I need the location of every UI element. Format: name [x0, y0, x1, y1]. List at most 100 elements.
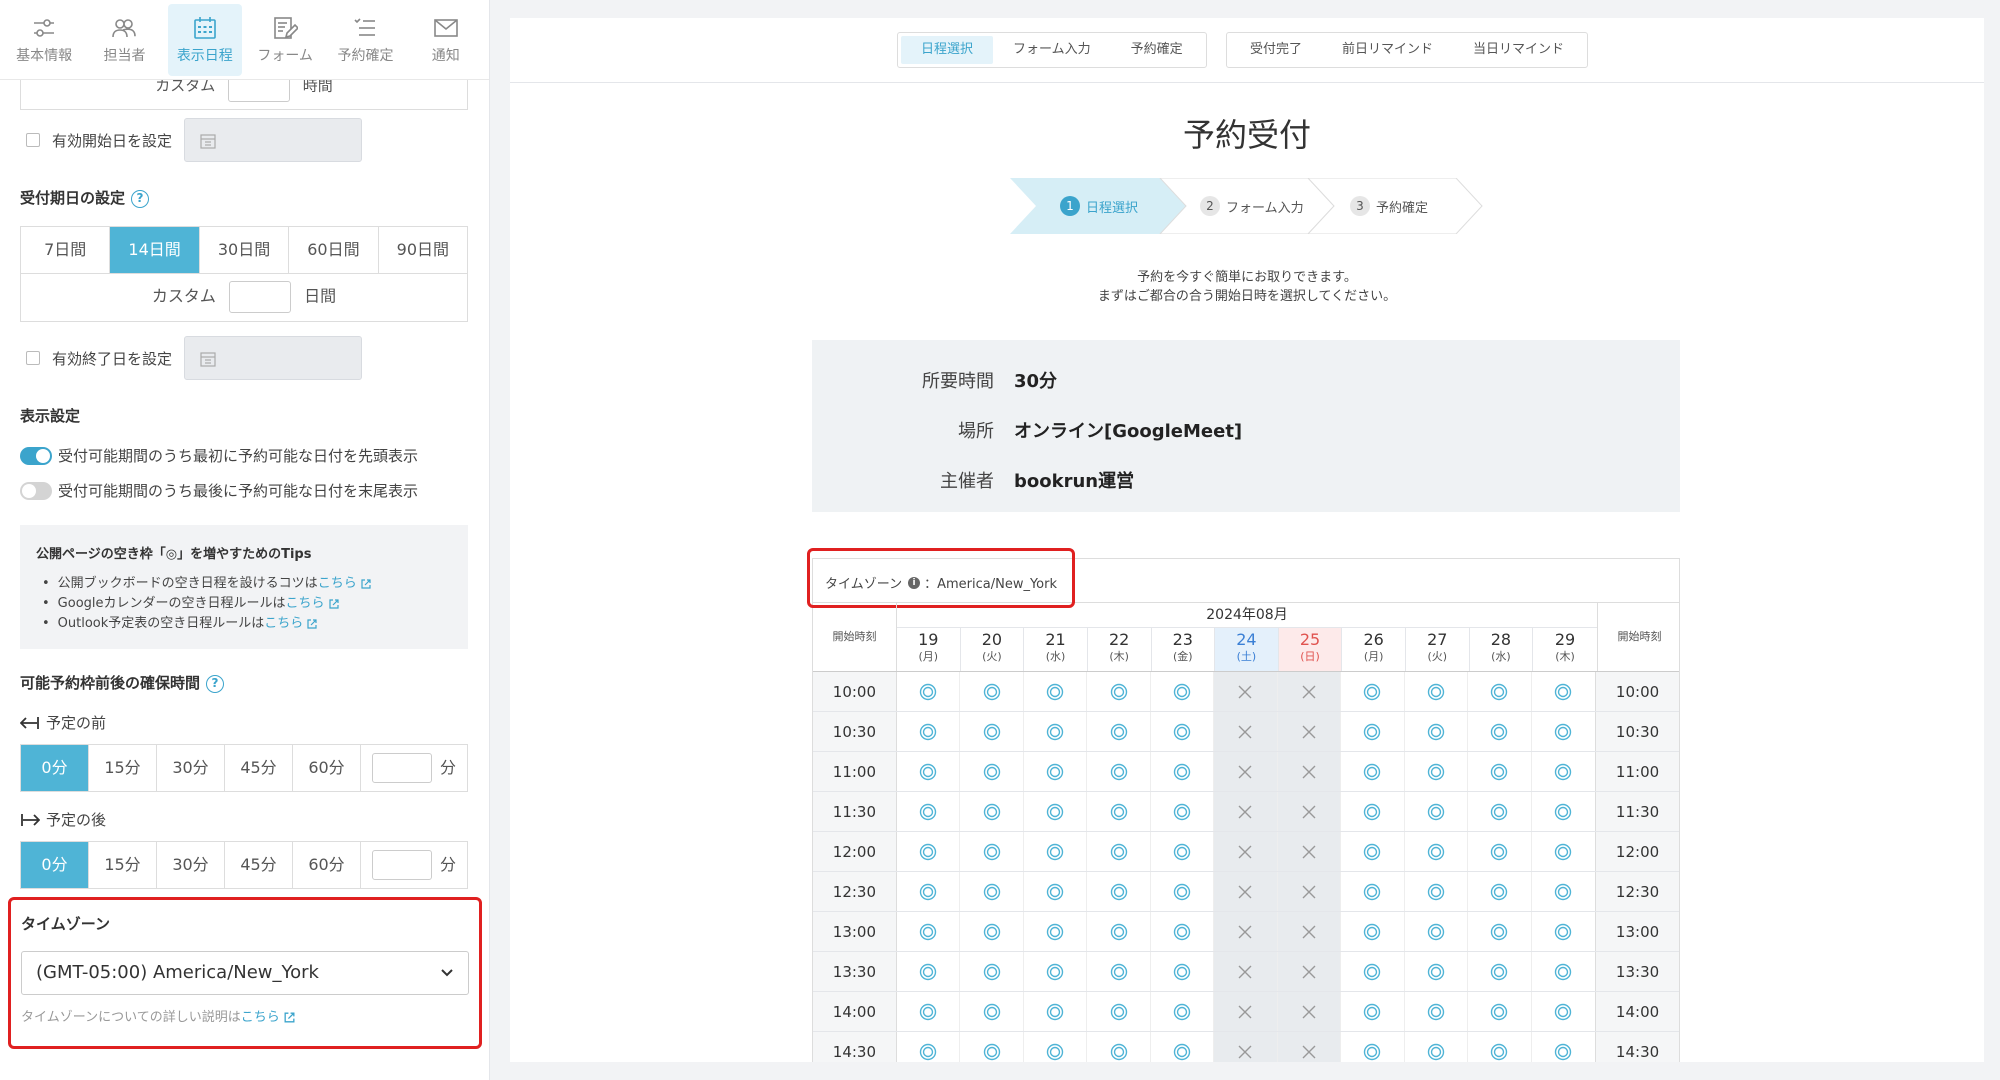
slot-available[interactable] — [1087, 832, 1151, 871]
slot-available[interactable] — [897, 792, 961, 831]
period-option[interactable]: 60日間 — [289, 227, 379, 273]
slot-available[interactable] — [897, 832, 961, 871]
slot-available[interactable] — [1151, 752, 1215, 791]
toggle-first-date[interactable] — [20, 446, 52, 465]
slot-available[interactable] — [1087, 1032, 1151, 1062]
slot-available[interactable] — [960, 952, 1024, 991]
buffer-option[interactable]: 45分 — [225, 745, 293, 791]
buffer-option[interactable]: 30分 — [157, 842, 225, 888]
slot-available[interactable] — [1532, 832, 1595, 871]
slot-available[interactable] — [1468, 872, 1532, 911]
slot-available[interactable] — [1405, 872, 1469, 911]
tab-schedule[interactable]: 表示日程 — [167, 4, 242, 76]
slot-available[interactable] — [1151, 912, 1215, 951]
slot-available[interactable] — [1532, 992, 1595, 1031]
slot-available[interactable] — [1405, 992, 1469, 1031]
slot-available[interactable] — [1532, 672, 1595, 711]
slot-available[interactable] — [897, 1032, 961, 1062]
buffer-before-input[interactable] — [371, 753, 432, 783]
slot-available[interactable] — [1087, 672, 1151, 711]
slot-available[interactable] — [1532, 872, 1595, 911]
slot-available[interactable] — [897, 672, 961, 711]
slot-available[interactable] — [1151, 952, 1215, 991]
slot-available[interactable] — [1341, 672, 1405, 711]
start-date-picker[interactable] — [184, 118, 363, 162]
slot-available[interactable] — [897, 752, 961, 791]
period-option-selected[interactable]: 14日間 — [110, 227, 200, 273]
slot-available[interactable] — [1341, 872, 1405, 911]
buffer-option[interactable]: 60分 — [293, 842, 361, 888]
buffer-option[interactable]: 45分 — [225, 842, 293, 888]
slot-available[interactable] — [1405, 832, 1469, 871]
slot-available[interactable] — [1341, 752, 1405, 791]
buffer-after-input[interactable] — [371, 850, 432, 880]
slot-available[interactable] — [897, 872, 961, 911]
timezone-help-link[interactable]: こちら — [241, 1010, 280, 1025]
slot-available[interactable] — [1151, 672, 1215, 711]
slot-available[interactable] — [960, 992, 1024, 1031]
slot-available[interactable] — [1405, 952, 1469, 991]
slot-available[interactable] — [1087, 792, 1151, 831]
tips-link[interactable]: こちら — [318, 576, 357, 591]
slot-available[interactable] — [1341, 992, 1405, 1031]
slot-available[interactable] — [960, 832, 1024, 871]
start-date-checkbox[interactable] — [26, 133, 40, 147]
slot-available[interactable] — [1087, 752, 1151, 791]
end-date-picker[interactable] — [184, 336, 363, 380]
preview-tab[interactable]: 当日リマインド — [1453, 36, 1584, 64]
slot-available[interactable] — [1151, 872, 1215, 911]
buffer-option[interactable]: 60分 — [293, 745, 361, 791]
slot-available[interactable] — [1024, 952, 1088, 991]
slot-available[interactable] — [1532, 952, 1595, 991]
buffer-option-selected[interactable]: 0分 — [21, 842, 89, 888]
slot-available[interactable] — [1341, 952, 1405, 991]
slot-available[interactable] — [1024, 872, 1088, 911]
toggle-last-date[interactable] — [20, 481, 52, 500]
slot-available[interactable] — [1151, 792, 1215, 831]
preview-tab[interactable]: フォーム入力 — [993, 36, 1111, 64]
slot-available[interactable] — [1087, 952, 1151, 991]
help-icon[interactable]: ? — [131, 189, 150, 208]
preview-tab[interactable]: 受付完了 — [1230, 36, 1322, 64]
slot-available[interactable] — [960, 792, 1024, 831]
period-option[interactable]: 7日間 — [21, 227, 111, 273]
slot-available[interactable] — [1087, 992, 1151, 1031]
slot-available[interactable] — [1468, 752, 1532, 791]
preview-tab-active[interactable]: 日程選択 — [901, 36, 994, 64]
slot-available[interactable] — [1024, 1032, 1088, 1062]
period-option[interactable]: 90日間 — [379, 227, 467, 273]
slot-available[interactable] — [1532, 912, 1595, 951]
slot-available[interactable] — [1405, 712, 1469, 751]
slot-available[interactable] — [1024, 792, 1088, 831]
slot-available[interactable] — [1024, 992, 1088, 1031]
slot-available[interactable] — [1087, 872, 1151, 911]
slot-available[interactable] — [1024, 672, 1088, 711]
tab-notification[interactable]: 通知 — [409, 4, 483, 76]
tab-form[interactable]: フォーム — [248, 4, 322, 76]
preview-tab[interactable]: 予約確定 — [1111, 36, 1203, 64]
slot-available[interactable] — [1405, 912, 1469, 951]
slot-available[interactable] — [1087, 712, 1151, 751]
slot-available[interactable] — [1341, 792, 1405, 831]
slot-available[interactable] — [1405, 752, 1469, 791]
slot-available[interactable] — [960, 672, 1024, 711]
slot-available[interactable] — [1468, 712, 1532, 751]
slot-available[interactable] — [1532, 792, 1595, 831]
slot-available[interactable] — [1087, 912, 1151, 951]
slot-available[interactable] — [897, 912, 961, 951]
buffer-option[interactable]: 15分 — [89, 745, 157, 791]
slot-available[interactable] — [1151, 992, 1215, 1031]
slot-available[interactable] — [1024, 912, 1088, 951]
slot-available[interactable] — [1341, 1032, 1405, 1062]
slot-available[interactable] — [1024, 752, 1088, 791]
tab-confirm[interactable]: 予約確定 — [328, 4, 402, 76]
slot-available[interactable] — [1468, 832, 1532, 871]
buffer-option[interactable]: 30分 — [157, 745, 225, 791]
slot-available[interactable] — [1151, 1032, 1215, 1062]
slot-available[interactable] — [1468, 672, 1532, 711]
slot-available[interactable] — [1532, 1032, 1595, 1062]
slot-available[interactable] — [897, 992, 961, 1031]
tips-link[interactable]: こちら — [286, 596, 325, 611]
slot-available[interactable] — [1532, 712, 1595, 751]
slot-available[interactable] — [1151, 712, 1215, 751]
